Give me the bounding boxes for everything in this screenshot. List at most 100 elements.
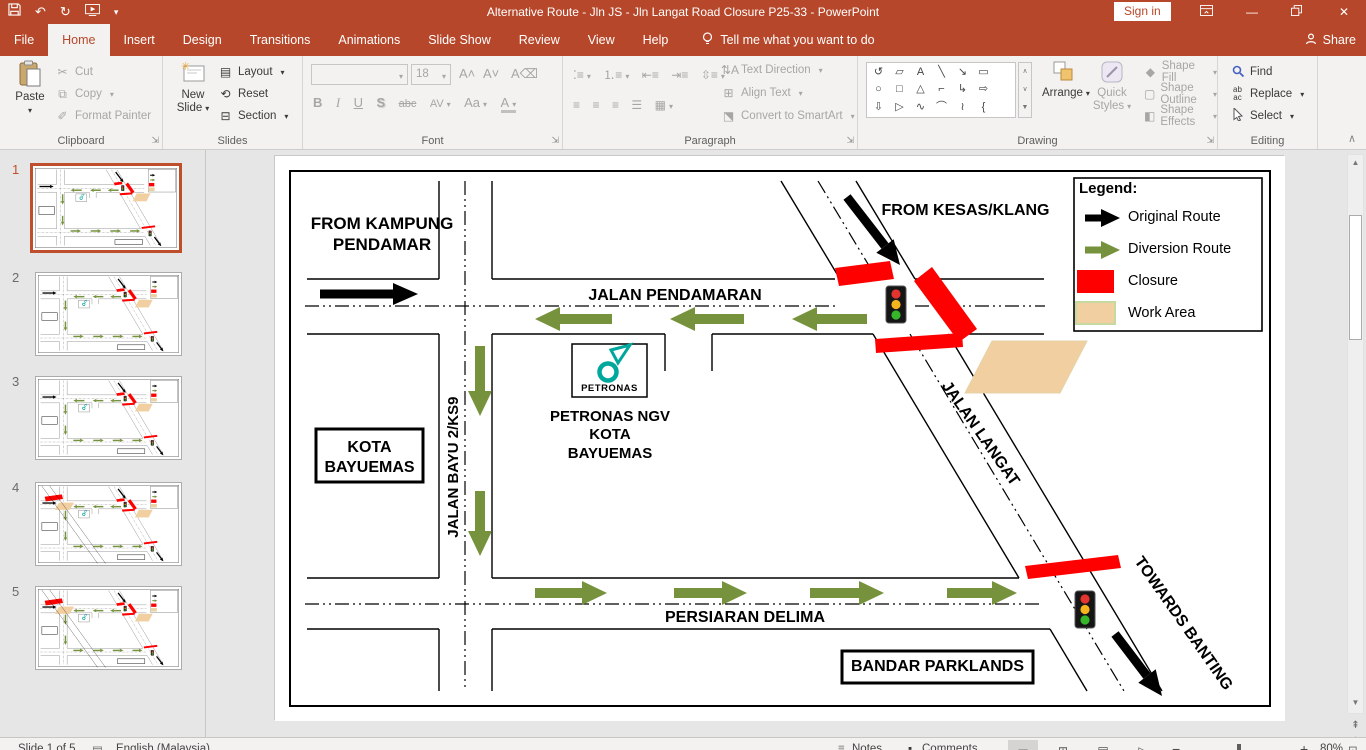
paste-button[interactable]: Paste▾ <box>8 60 52 117</box>
tab-view[interactable]: View <box>574 24 629 56</box>
notes-toggle[interactable]: Notes <box>852 743 882 750</box>
drawing-group: ↺▱A╲↘▭ ○□△⌐↳⇨ ⇩▷∿⌒≀{ ∧∨▼ Arrange Quick S… <box>858 56 1218 149</box>
columns-icon[interactable]: ▦ <box>655 98 673 112</box>
cut-button[interactable]: ✂Cut <box>55 62 93 82</box>
section-button[interactable]: ⊟Section <box>218 106 288 126</box>
slide-count-indicator[interactable]: Slide 1 of 5 <box>18 743 76 750</box>
slide-thumbnail-2[interactable] <box>35 272 182 356</box>
tab-home[interactable]: Home <box>48 24 109 56</box>
new-slide-button[interactable]: ✳ New Slide <box>171 60 215 115</box>
editing-group: Find abacReplace Select Editing <box>1218 56 1318 149</box>
tab-review[interactable]: Review <box>505 24 574 56</box>
label-bandar-parklands: BANDAR PARKLANDS <box>842 657 1033 677</box>
font-dialog-launcher[interactable]: ⇲ <box>551 135 559 146</box>
text-shadow-button[interactable]: S <box>376 95 385 110</box>
slide-number-4: 4 <box>12 480 28 495</box>
slideshow-view-button[interactable]: ▷ <box>1128 740 1158 750</box>
shape-effects-button[interactable]: ◧Shape Effects <box>1144 106 1217 126</box>
align-text-button[interactable]: ⊞Align Text <box>721 83 803 103</box>
reset-button[interactable]: ⟲Reset <box>218 84 268 104</box>
drawing-dialog-launcher[interactable]: ⇲ <box>1206 135 1214 146</box>
text-direction-button[interactable]: ⇅AText Direction <box>721 60 823 80</box>
shape-fill-icon: ◆ <box>1144 65 1157 79</box>
select-button[interactable]: Select <box>1230 106 1294 126</box>
strikethrough-button[interactable]: abc <box>399 98 417 110</box>
replace-button[interactable]: abacReplace <box>1230 84 1304 104</box>
slide-thumbnail-5[interactable] <box>35 586 182 670</box>
shape-outline-button[interactable]: ▢Shape Outline <box>1144 84 1217 104</box>
reading-view-button[interactable]: ▤ <box>1088 740 1118 750</box>
minimize-button[interactable]: — <box>1232 0 1272 24</box>
tab-design[interactable]: Design <box>169 24 236 56</box>
align-right-icon[interactable]: ≡ <box>612 98 619 112</box>
zoom-in-icon[interactable]: + <box>1300 741 1308 750</box>
restore-button[interactable] <box>1276 0 1316 24</box>
proofing-icon[interactable]: ▤ <box>92 743 103 750</box>
character-spacing-button[interactable]: AV <box>430 98 451 110</box>
reset-icon: ⟲ <box>218 87 233 101</box>
slide-sorter-view-button[interactable]: ⊞ <box>1048 740 1078 750</box>
scroll-down-icon[interactable]: ▼ <box>1348 698 1363 707</box>
smartart-icon: ⬔ <box>721 109 736 123</box>
tab-slide-show[interactable]: Slide Show <box>414 24 505 56</box>
align-left-icon[interactable]: ≡ <box>573 98 580 112</box>
bullets-icon[interactable]: ⁚≡ <box>573 68 591 82</box>
fit-slide-icon[interactable]: ⊡ <box>1348 743 1358 750</box>
decrease-font-size-icon[interactable]: A˅ <box>483 66 499 81</box>
italic-button[interactable]: I <box>336 95 340 110</box>
scroll-up-icon[interactable]: ▲ <box>1348 158 1363 167</box>
slide-thumbnail-1[interactable] <box>30 163 182 253</box>
label-petronas-ngv: PETRONAS NGV KOTA BAYUEMAS <box>545 408 675 463</box>
decrease-indent-icon[interactable]: ⇤≡ <box>642 68 659 82</box>
quick-styles-button[interactable]: Quick Styles <box>1090 60 1134 113</box>
zoom-slider-thumb[interactable] <box>1237 744 1241 750</box>
slide-thumbnail-3[interactable] <box>35 376 182 460</box>
sign-in-button[interactable]: Sign in <box>1114 2 1171 21</box>
clear-formatting-icon[interactable]: A⌫ <box>511 66 538 82</box>
convert-smartart-button[interactable]: ⬔Convert to SmartArt <box>721 106 855 126</box>
normal-view-button[interactable]: ▭ <box>1008 740 1038 750</box>
increase-font-size-icon[interactable]: A˄ <box>459 66 475 81</box>
collapse-ribbon-icon[interactable]: ∧ <box>1348 132 1356 145</box>
tab-file[interactable]: File <box>0 24 48 56</box>
increase-indent-icon[interactable]: ⇥≡ <box>671 68 688 82</box>
shape-gallery[interactable]: ↺▱A╲↘▭ ○□△⌐↳⇨ ⇩▷∿⌒≀{ <box>866 62 1016 118</box>
justify-icon[interactable]: ☰ <box>631 98 642 112</box>
font-name-combo[interactable] <box>311 64 408 85</box>
zoom-out-icon[interactable]: − <box>1172 741 1180 750</box>
ribbon-display-options-icon[interactable] <box>1186 0 1226 24</box>
format-painter-button[interactable]: ✐Format Painter <box>55 106 151 126</box>
tab-help[interactable]: Help <box>629 24 683 56</box>
comments-toggle[interactable]: Comments <box>922 743 978 750</box>
vertical-scrollbar[interactable]: ▲ ▼ <box>1347 154 1364 714</box>
underline-button[interactable]: U <box>354 95 363 110</box>
copy-button[interactable]: ⧉Copy <box>55 84 114 104</box>
font-color-button[interactable]: A <box>501 95 517 113</box>
bold-button[interactable]: B <box>313 95 322 110</box>
font-size-combo[interactable]: 18 <box>411 64 451 85</box>
tab-animations[interactable]: Animations <box>324 24 414 56</box>
title-bar: ↶ ↻ ▾ Alternative Route - Jln JS - Jln L… <box>0 0 1366 24</box>
layout-button[interactable]: ▤Layout <box>218 62 285 82</box>
arrange-button[interactable]: Arrange <box>1042 60 1086 100</box>
find-button[interactable]: Find <box>1230 62 1272 82</box>
align-center-icon[interactable]: ≡ <box>592 98 599 112</box>
tab-transitions[interactable]: Transitions <box>236 24 325 56</box>
tab-insert[interactable]: Insert <box>110 24 169 56</box>
slide-canvas[interactable]: FROM KAMPUNG PENDAMAR JALAN PENDAMARAN F… <box>274 155 1284 720</box>
share-button[interactable]: Share <box>1305 24 1356 56</box>
numbering-icon[interactable]: ⒈≡ <box>603 68 629 82</box>
new-slide-icon: ✳ <box>180 77 206 89</box>
scrollbar-thumb[interactable] <box>1349 215 1362 340</box>
shape-gallery-scroll[interactable]: ∧∨▼ <box>1018 62 1032 118</box>
zoom-level[interactable]: 80% <box>1320 743 1343 750</box>
paragraph-dialog-launcher[interactable]: ⇲ <box>846 135 854 146</box>
language-indicator[interactable]: English (Malaysia) <box>116 743 210 750</box>
shape-fill-button[interactable]: ◆Shape Fill <box>1144 62 1217 82</box>
close-button[interactable]: ✕ <box>1324 0 1364 24</box>
previous-slide-button[interactable]: ⇞ <box>1347 720 1364 736</box>
clipboard-dialog-launcher[interactable]: ⇲ <box>151 135 159 146</box>
change-case-button[interactable]: Aa <box>464 95 487 110</box>
tell-me-box[interactable]: Tell me what you want to do <box>690 24 886 56</box>
slide-thumbnail-4[interactable] <box>35 482 182 566</box>
